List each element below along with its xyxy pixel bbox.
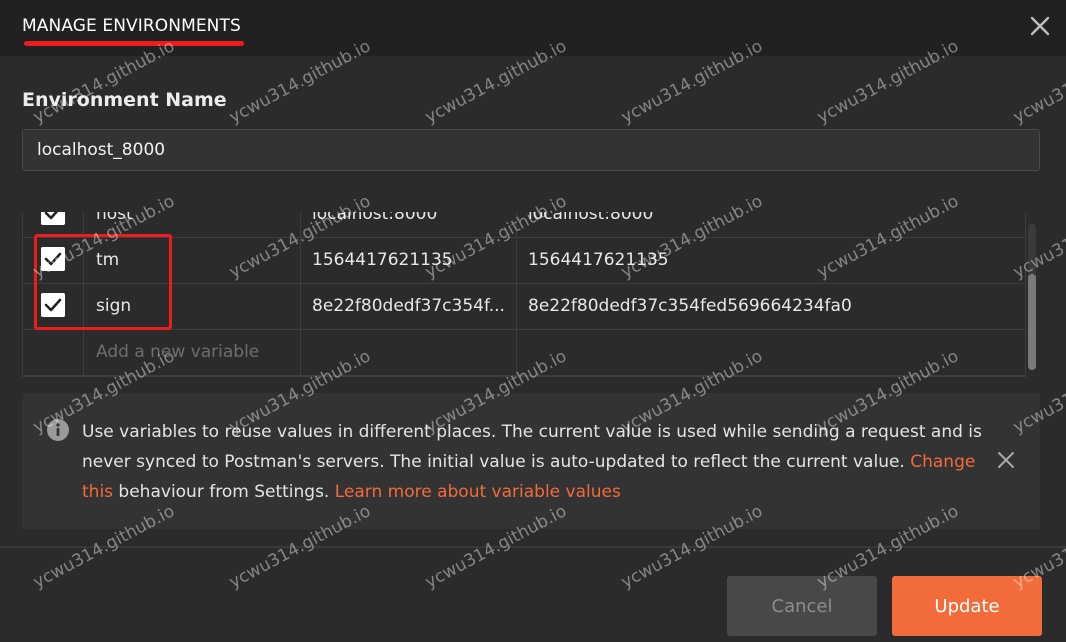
dismiss-icon[interactable] <box>996 450 1016 470</box>
info-message-mid: behaviour from Settings. <box>113 482 335 502</box>
variable-key-cell[interactable]: sign <box>83 283 300 329</box>
add-variable-input[interactable]: Add a new variable <box>83 329 300 375</box>
manage-environments-modal: MANAGE ENVIRONMENTS Environment Name hos… <box>0 0 1066 642</box>
table-scrollbar-thumb[interactable] <box>1028 274 1036 370</box>
initial-value-cell[interactable]: 8e22f80dedf37c354f... <box>300 283 516 329</box>
footer-divider <box>0 546 1066 548</box>
current-value-cell[interactable]: 1564417621135 <box>516 237 1025 283</box>
add-current-cell[interactable] <box>516 329 1025 375</box>
variable-key-cell[interactable]: host <box>83 212 300 237</box>
environment-name-label: Environment Name <box>22 89 227 111</box>
checkbox-checked-icon[interactable] <box>41 212 65 225</box>
info-text: Use variables to reuse values in differe… <box>82 417 982 507</box>
table-row: tm 1564417621135 1564417621135 <box>23 237 1025 284</box>
checkbox-checked-icon[interactable] <box>41 247 65 271</box>
info-icon <box>47 419 69 441</box>
info-message: Use variables to reuse values in differe… <box>82 422 982 472</box>
learn-more-link[interactable]: Learn more about variable values <box>335 482 621 502</box>
environment-name-input[interactable] <box>22 129 1040 171</box>
current-value-cell[interactable]: localhost:8000 <box>516 212 1025 237</box>
close-icon[interactable] <box>1028 14 1052 38</box>
add-initial-cell[interactable] <box>300 329 516 375</box>
update-button[interactable]: Update <box>892 576 1042 636</box>
checkbox-checked-icon[interactable] <box>41 293 65 317</box>
current-value-cell[interactable]: 8e22f80dedf37c354fed569664234fa0 <box>516 283 1025 329</box>
modal-title: MANAGE ENVIRONMENTS <box>22 16 241 36</box>
variables-table: host localhost:8000 localhost:8000 tm 15… <box>22 212 1026 377</box>
title-annotation-underline <box>24 41 244 46</box>
table-row: host localhost:8000 localhost:8000 <box>23 212 1025 238</box>
initial-value-cell[interactable]: 1564417621135 <box>300 237 516 283</box>
initial-value-cell[interactable]: localhost:8000 <box>300 212 516 237</box>
table-row: sign 8e22f80dedf37c354f... 8e22f80dedf37… <box>23 283 1025 330</box>
cancel-button[interactable]: Cancel <box>727 576 877 636</box>
modal-header: MANAGE ENVIRONMENTS <box>0 0 1066 56</box>
add-variable-row: Add a new variable <box>23 329 1025 376</box>
info-banner: Use variables to reuse values in differe… <box>22 393 1040 529</box>
variable-key-cell[interactable]: tm <box>83 237 300 283</box>
